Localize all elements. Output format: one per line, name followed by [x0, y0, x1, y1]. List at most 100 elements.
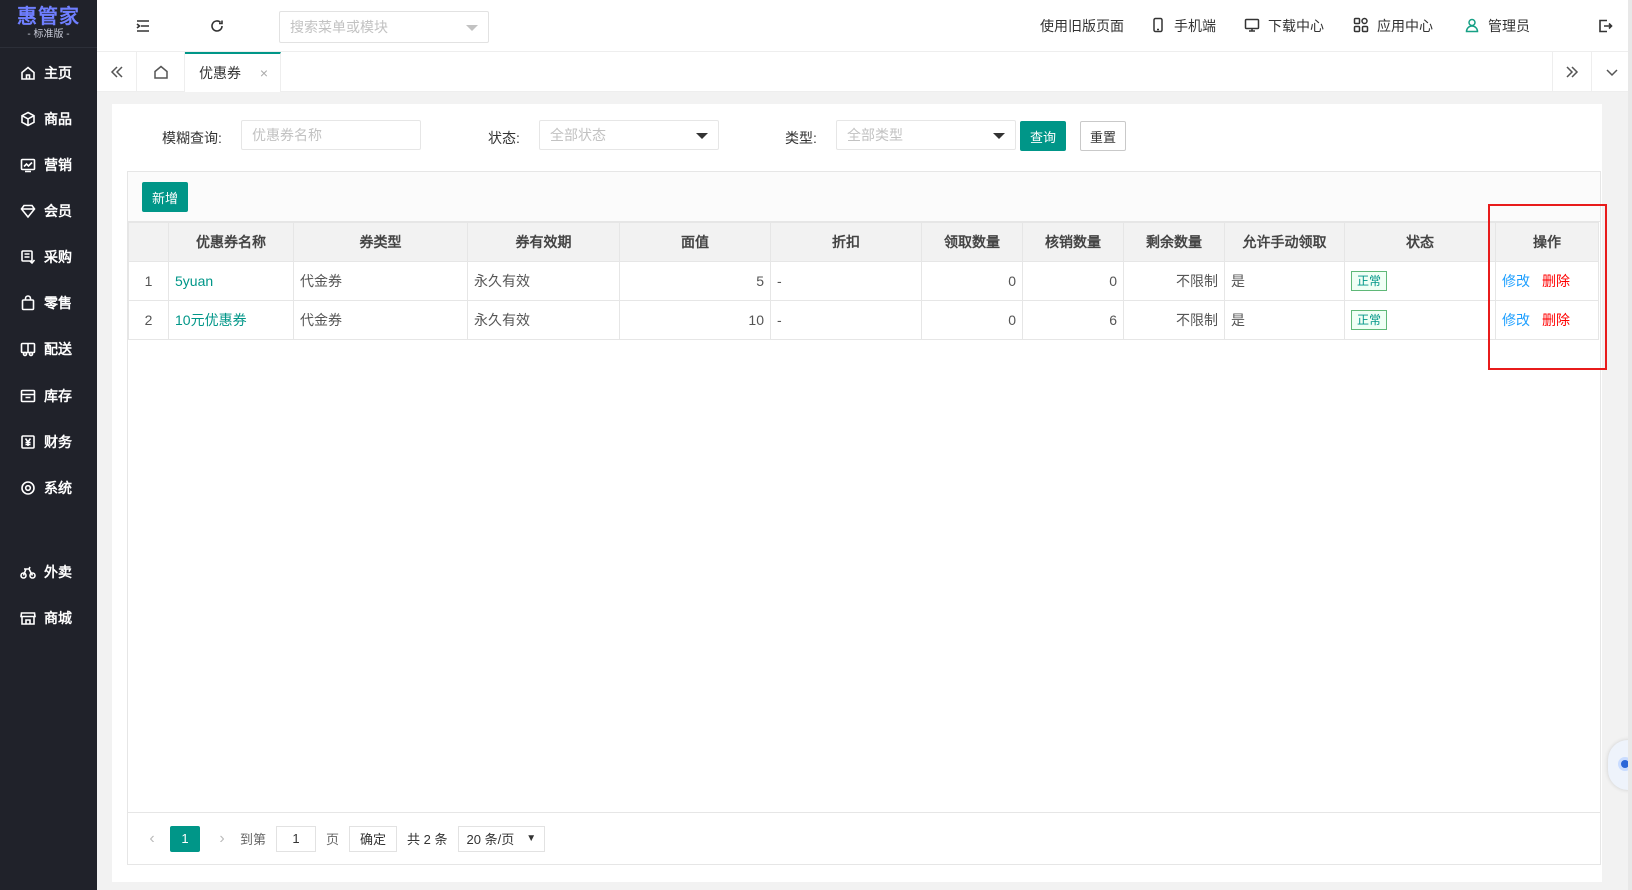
user-name: 管理员	[1488, 18, 1530, 34]
double-chevron-left-icon	[110, 66, 123, 78]
current-page-button[interactable]: 1	[170, 825, 200, 852]
tab-bar: 优惠券 ×	[97, 52, 1632, 92]
chevron-down-icon	[696, 133, 708, 139]
coupon-table-panel: 新增 优惠券名称 券类型 券有效期 面值 折扣 领取数量 核销数量 剩余数量 允…	[127, 171, 1601, 865]
col-header-actions: 操作	[1495, 222, 1599, 262]
tab-scroll-left-button[interactable]	[97, 52, 137, 92]
sidebar-item-label: 外卖	[44, 564, 72, 580]
type-select-value: 全部类型	[847, 127, 903, 143]
sidebar-item-label: 库存	[44, 388, 72, 404]
edit-button[interactable]: 修改	[1502, 312, 1530, 328]
sidebar-item-system[interactable]: 系统	[0, 468, 97, 508]
sidebar-item-label: 商品	[44, 111, 72, 127]
sidebar-item-mall[interactable]: 商城	[0, 598, 97, 638]
menu-search-placeholder: 搜索菜单或模块	[290, 19, 388, 35]
table-header-row: 优惠券名称 券类型 券有效期 面值 折扣 领取数量 核销数量 剩余数量 允许手动…	[128, 222, 1599, 262]
col-header-received: 领取数量	[921, 222, 1023, 262]
sidebar-item-home[interactable]: 主页	[0, 53, 97, 93]
logout-icon[interactable]	[1595, 16, 1615, 36]
add-coupon-button[interactable]: 新增	[142, 182, 188, 212]
sidebar-item-retail[interactable]: 零售	[0, 283, 97, 323]
sidebar-item-label: 配送	[44, 341, 72, 357]
tab-scroll-right-button[interactable]	[1552, 52, 1592, 92]
goto-label: 到第	[240, 832, 267, 847]
coupon-name-input[interactable]: 优惠券名称	[241, 120, 421, 150]
goto-confirm-button[interactable]: 确定	[349, 825, 398, 852]
delete-button[interactable]: 删除	[1542, 312, 1570, 328]
sidebar-item-goods[interactable]: 商品	[0, 99, 97, 139]
sidebar-item-inventory[interactable]: 库存	[0, 376, 97, 416]
tab-label: 优惠券	[199, 65, 241, 81]
col-header-status: 状态	[1344, 222, 1496, 262]
sidebar-item-members[interactable]: 会员	[0, 191, 97, 231]
col-header-validity: 券有效期	[467, 222, 620, 262]
sidebar-item-finance[interactable]: 财务	[0, 422, 97, 462]
prev-page-icon[interactable]: ‹	[140, 830, 164, 848]
inventory-icon	[20, 388, 36, 404]
settings-icon	[20, 480, 36, 496]
sidebar-item-label: 主页	[44, 65, 72, 81]
sidebar-item-label: 系统	[44, 480, 72, 496]
page-scrollbar[interactable]	[1628, 0, 1632, 890]
menu-search-select[interactable]: 搜索菜单或模块	[279, 11, 489, 43]
sidebar-item-label: 财务	[44, 434, 72, 450]
col-header-discount: 折扣	[770, 222, 922, 262]
page-unit-label: 页	[326, 832, 340, 847]
type-select[interactable]: 全部类型	[836, 120, 1016, 150]
user-icon	[1464, 17, 1488, 36]
mobile-link[interactable]: 手机端	[1150, 0, 1216, 52]
brand-subtitle: - 标准版 -	[27, 29, 70, 40]
chevron-down-icon: ▼	[526, 833, 537, 844]
coupon-status-cell: 正常	[1344, 261, 1496, 301]
purchase-icon	[20, 249, 36, 265]
col-header-index	[128, 222, 169, 262]
delete-button[interactable]: 删除	[1542, 273, 1570, 289]
sidebar-item-marketing[interactable]: 营销	[0, 145, 97, 185]
mobile-label: 手机端	[1174, 18, 1216, 34]
apps-grid-icon	[1353, 17, 1377, 36]
coupon-table: 优惠券名称 券类型 券有效期 面值 折扣 领取数量 核销数量 剩余数量 允许手动…	[128, 222, 1599, 340]
table-toolbar: 新增	[128, 172, 1600, 222]
close-icon[interactable]: ×	[260, 65, 268, 81]
coupon-name[interactable]: 10元优惠券	[175, 312, 247, 328]
row-index: 1	[128, 261, 169, 301]
sidebar-item-label: 采购	[44, 249, 72, 265]
home-icon	[20, 65, 36, 81]
top-header: 搜索菜单或模块 使用旧版页面 手机端 下载中心 应用中心 管理员	[97, 0, 1632, 52]
download-center-link[interactable]: 下载中心	[1244, 0, 1324, 52]
app-root: 惠管家 - 标准版 - 主页 商品 营销 会员 采购 零售 配送 库存 财务 系…	[0, 0, 1632, 890]
edit-button[interactable]: 修改	[1502, 273, 1530, 289]
row-index: 2	[128, 300, 169, 340]
refresh-icon[interactable]	[207, 16, 227, 36]
store-icon	[20, 610, 36, 626]
brand-logo[interactable]: 惠管家 - 标准版 -	[0, 0, 97, 48]
coupon-remaining: 不限制	[1123, 300, 1225, 340]
coupon-type: 代金券	[293, 300, 468, 340]
sidebar-item-takeout[interactable]: 外卖	[0, 552, 97, 592]
next-page-icon[interactable]: ›	[210, 830, 234, 848]
row-actions: 修改 删除	[1495, 261, 1599, 301]
old-version-link[interactable]: 使用旧版页面	[1040, 0, 1124, 52]
fuzzy-search-label: 模糊查询:	[162, 130, 222, 146]
tab-menu-dropdown[interactable]	[1592, 52, 1632, 92]
tab-coupons[interactable]: 优惠券 ×	[185, 52, 281, 92]
yen-icon	[20, 434, 36, 450]
status-select[interactable]: 全部状态	[539, 120, 719, 150]
coupon-received: 0	[921, 261, 1023, 301]
coupon-validity: 永久有效	[467, 261, 620, 301]
sidebar-item-delivery[interactable]: 配送	[0, 329, 97, 369]
menu-toggle-icon[interactable]	[133, 16, 153, 36]
coupon-manual: 是	[1224, 261, 1345, 301]
user-menu[interactable]: 管理员	[1464, 0, 1530, 52]
app-center-link[interactable]: 应用中心	[1353, 0, 1433, 52]
goto-page-input[interactable]: 1	[276, 825, 317, 852]
page-size-select[interactable]: 20 条/页 ▼	[457, 825, 546, 852]
reset-button[interactable]: 重置	[1080, 121, 1126, 151]
sidebar-item-purchase[interactable]: 采购	[0, 237, 97, 277]
old-version-label: 使用旧版页面	[1040, 18, 1124, 34]
coupon-name[interactable]: 5yuan	[175, 273, 213, 289]
tab-home[interactable]	[137, 52, 185, 92]
coupon-name-link[interactable]: 5yuan	[168, 261, 294, 301]
query-button[interactable]: 查询	[1020, 121, 1066, 151]
coupon-name-link[interactable]: 10元优惠券	[168, 300, 294, 340]
